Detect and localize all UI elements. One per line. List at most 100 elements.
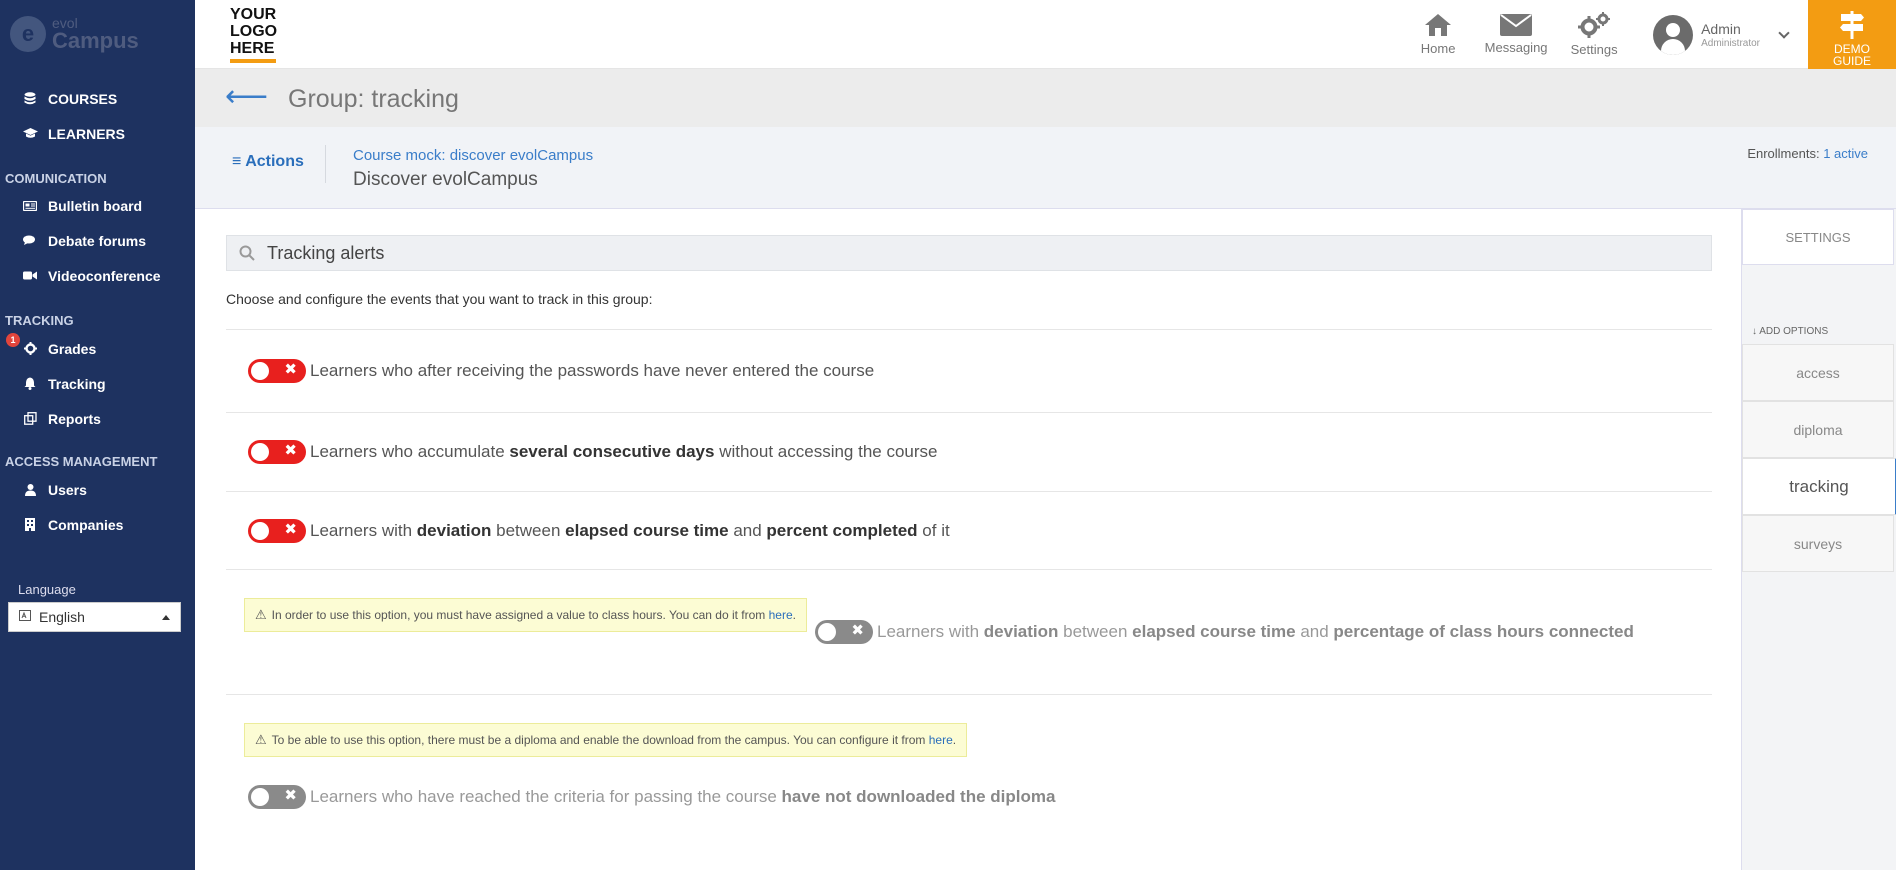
back-arrow-icon[interactable]: ⟵ [225, 82, 268, 112]
alert-toggle[interactable]: ✖ [815, 620, 873, 644]
language-icon [19, 610, 31, 624]
alert-row-diploma: ⚠ To be able to use this option, there m… [226, 695, 1712, 809]
settings-tab[interactable]: SETTINGS [1742, 209, 1894, 265]
class-hours-link[interactable]: here [769, 608, 793, 622]
sidebar-item-bulletin-board[interactable]: Bulletin board [0, 189, 195, 223]
sidebar-item-label: Users [48, 481, 87, 498]
sidebar-item-reports[interactable]: Reports [0, 401, 195, 436]
home-button[interactable]: Home [1399, 0, 1477, 69]
close-icon: ✖ [284, 787, 297, 804]
database-icon [22, 91, 38, 107]
topbar: YOUR LOGO HERE Home Messaging Settings A… [195, 0, 1896, 69]
section-title-communication: COMUNICATION [5, 171, 107, 186]
course-info-bar: ≡ Actions Course mock: discover evolCamp… [195, 127, 1896, 209]
actions-button[interactable]: ≡ Actions [232, 153, 304, 171]
alert-toggle[interactable]: ✖ [248, 359, 306, 383]
sidebar-item-tracking[interactable]: Tracking [0, 366, 195, 401]
alert-toggle[interactable]: ✖ [248, 785, 306, 809]
alert-label: Learners with deviation between elapsed … [310, 520, 950, 540]
sidebar-item-label: COURSES [48, 90, 118, 107]
sidebar-item-label: Debate forums [48, 232, 147, 249]
settings-button[interactable]: Settings [1555, 0, 1633, 69]
sidebar-item-label: Bulletin board [48, 198, 143, 214]
sidebar-item-label: Companies [48, 516, 124, 533]
option-diploma[interactable]: diploma [1742, 401, 1894, 458]
language-label: Language [18, 582, 76, 597]
intro-text: Choose and configure the events that you… [226, 291, 1712, 330]
section-title-access: ACCESS MANAGEMENT [5, 454, 158, 469]
close-icon: ✖ [284, 520, 297, 538]
messaging-label: Messaging [1484, 40, 1548, 55]
divider [325, 145, 326, 183]
section-title-tracking: TRACKING [5, 313, 74, 328]
alert-label: Learners who after receiving the passwor… [310, 361, 875, 380]
comments-icon [22, 233, 38, 249]
alert-row-consecutive-days: ✖ Learners who accumulate several consec… [226, 413, 1712, 492]
user-menu[interactable]: Admin Administrator [1633, 0, 1808, 69]
alert-label: Learners who have reached the criteria f… [310, 787, 1056, 806]
search-icon [239, 245, 255, 261]
course-link[interactable]: Course mock: discover evolCampus [353, 147, 593, 164]
actions-label: Actions [245, 153, 304, 170]
alert-toggle[interactable]: ✖ [248, 518, 306, 543]
bell-icon [22, 376, 38, 392]
enrollments-label: Enrollments: [1747, 146, 1820, 161]
diploma-config-link[interactable]: here [929, 733, 953, 747]
alert-label: Learners with deviation between elapsed … [877, 622, 1634, 641]
sidebar-item-learners[interactable]: LEARNERS [0, 116, 195, 151]
add-options-header: ↓ ADD OPTIONS [1742, 319, 1896, 344]
warning-diploma: ⚠ To be able to use this option, there m… [244, 723, 968, 757]
notification-badge: 1 [6, 333, 20, 347]
option-surveys[interactable]: surveys [1742, 515, 1894, 572]
demo-label-line2: GUIDE [1832, 54, 1871, 68]
home-icon [1425, 14, 1452, 36]
language-select[interactable]: English [8, 602, 181, 632]
sidebar-item-users[interactable]: Users [0, 472, 195, 507]
video-camera-icon [22, 268, 38, 284]
chevron-down-icon [1778, 26, 1790, 39]
company-logo[interactable]: YOUR LOGO HERE [230, 6, 277, 63]
building-icon [22, 517, 38, 533]
close-icon: ✖ [284, 361, 297, 378]
page-title: Group: tracking [288, 85, 459, 113]
sidebar-item-companies[interactable]: Companies [0, 507, 195, 542]
sidebar-item-label: Videoconference [48, 267, 161, 284]
user-name: Admin [1701, 20, 1741, 37]
brand-logo[interactable]: e evol Campus [0, 0, 195, 57]
bars-icon: ≡ [232, 153, 242, 170]
gear-icon [22, 341, 38, 357]
gears-icon [1578, 12, 1611, 38]
sidebar-item-label: Grades [48, 340, 97, 357]
envelope-icon [1500, 14, 1533, 36]
graduation-cap-icon [22, 126, 38, 142]
messaging-button[interactable]: Messaging [1477, 0, 1555, 69]
sidebar-item-label: LEARNERS [48, 125, 126, 142]
settings-label: Settings [1570, 42, 1618, 57]
user-icon [22, 482, 38, 498]
sidebar-item-videoconference[interactable]: Videoconference [0, 258, 195, 293]
warning-icon: ⚠ [255, 732, 267, 747]
alert-row-class-hours: ⚠ In order to use this option, you must … [226, 570, 1712, 695]
sidebar-item-label: Tracking [48, 375, 106, 392]
close-icon: ✖ [851, 622, 864, 639]
signpost-icon [1840, 11, 1864, 39]
close-icon: ✖ [284, 442, 297, 459]
alert-label: Learners who accumulate several consecut… [310, 442, 938, 461]
evol-logo-icon: e [10, 15, 46, 52]
demo-guide-button[interactable]: DEMO GUIDE [1808, 0, 1896, 69]
tracking-alerts-panel: Tracking alerts Choose and configure the… [226, 235, 1712, 809]
sidebar-item-grades[interactable]: 1 Grades [0, 331, 195, 366]
alert-toggle[interactable]: ✖ [248, 440, 306, 464]
add-options-label: ADD OPTIONS [1759, 326, 1829, 337]
warning-class-hours: ⚠ In order to use this option, you must … [244, 598, 807, 632]
option-tracking[interactable]: tracking [1742, 458, 1896, 515]
enrollments-link[interactable]: 1 active [1823, 146, 1868, 161]
sidebar: e evol Campus COURSES LEARNERS COMUNICAT… [0, 0, 195, 870]
sidebar-item-debate-forums[interactable]: Debate forums [0, 223, 195, 258]
newspaper-icon [22, 198, 38, 214]
enrollments: Enrollments: 1 active [1747, 146, 1868, 161]
sidebar-item-courses[interactable]: COURSES [0, 81, 195, 116]
option-access[interactable]: access [1742, 344, 1894, 401]
clone-icon [22, 411, 38, 427]
page-header: ⟵ Group: tracking [195, 69, 1896, 127]
